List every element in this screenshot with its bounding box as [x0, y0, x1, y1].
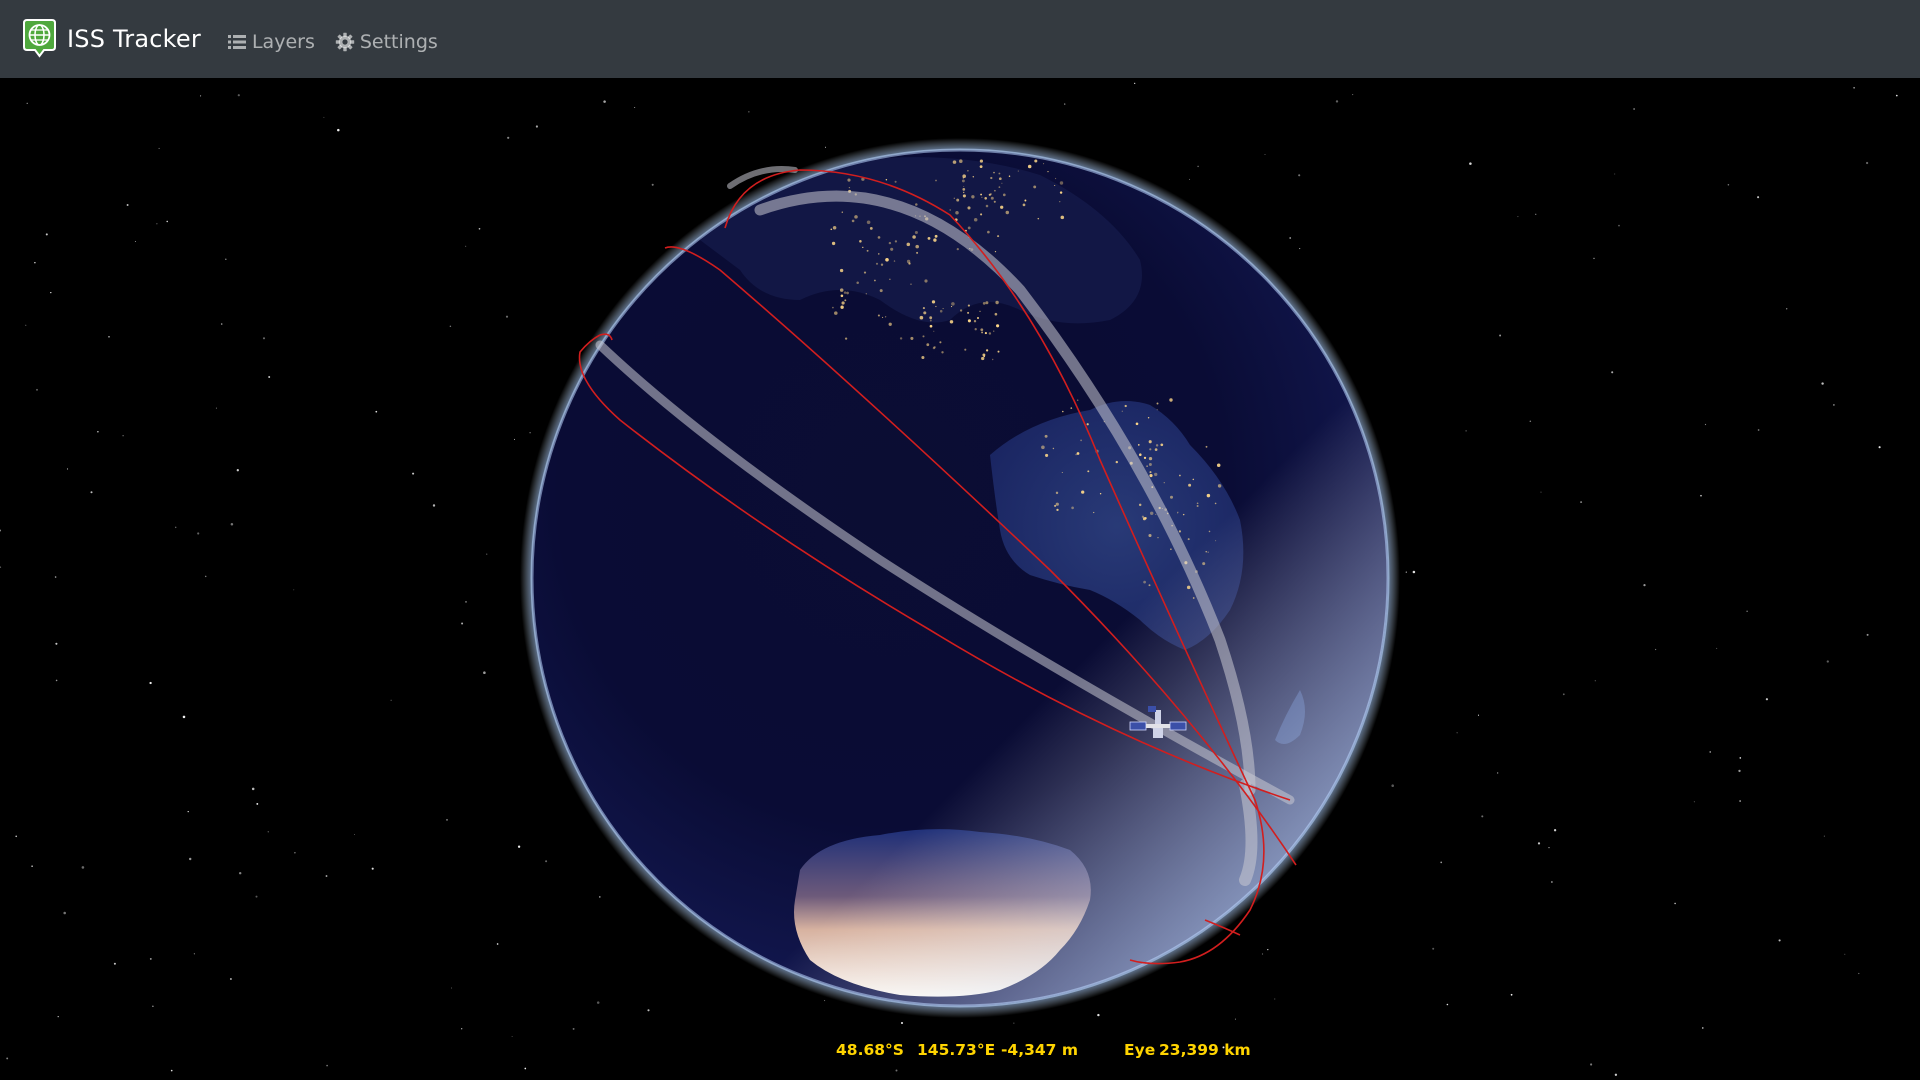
app-title: ISS Tracker: [67, 25, 201, 53]
eye-label: Eye: [1124, 1041, 1156, 1059]
nav-item-settings[interactable]: Settings: [335, 31, 438, 53]
nav-item-layers[interactable]: Layers: [227, 31, 315, 53]
eye-altitude-readout: 23,399 km: [1159, 1041, 1251, 1059]
globe-scene: [0, 82, 1898, 1076]
nav-item-label: Settings: [359, 30, 438, 53]
brand[interactable]: ISS Tracker: [22, 18, 201, 60]
globe-marker-icon: [22, 18, 57, 60]
camera-status-bar: 48.68°S 145.73°E -4,347 m Eye 23,399 km: [0, 1041, 1920, 1063]
earth-globe: [520, 138, 1400, 1018]
list-icon: [227, 32, 247, 52]
nav-item-label: Layers: [251, 30, 315, 53]
longitude-readout: 145.73°E: [917, 1041, 996, 1059]
gear-icon: [335, 32, 355, 52]
globe-viewport[interactable]: [0, 78, 1920, 1080]
elevation-readout: -4,347 m: [1001, 1041, 1079, 1059]
latitude-readout: 48.68°S: [836, 1041, 904, 1059]
top-navbar: ISS Tracker Layers Settings: [0, 0, 1920, 78]
